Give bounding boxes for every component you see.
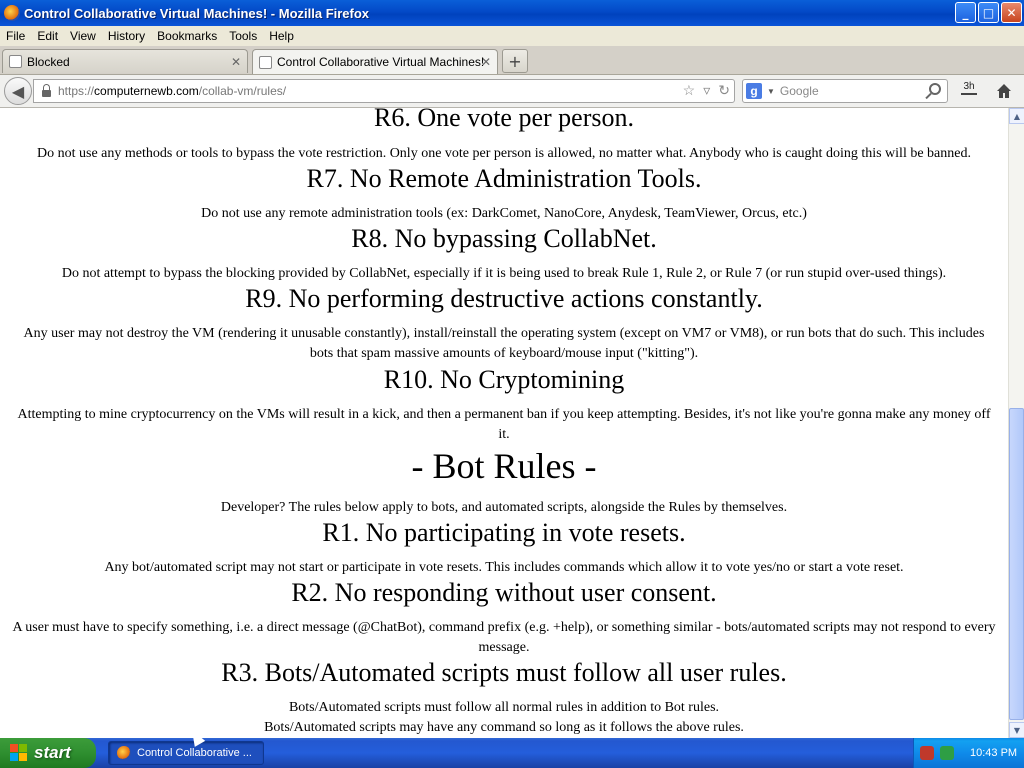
scroll-up-button[interactable]: ▲ [1009,108,1024,124]
windows-flag-icon [10,744,28,762]
search-icon[interactable] [929,83,941,95]
rule-heading: R3. Bots/Automated scripts must follow a… [221,658,787,687]
rule-heading: R8. No bypassing CollabNet. [351,224,657,253]
address-bar[interactable]: https:// computernewb.com /collab-vm/rul… [33,79,735,103]
tab-bar: Blocked ✕ Control Collaborative Virtual … [0,46,1024,75]
window-title: Control Collaborative Virtual Machines! … [24,5,370,21]
page-icon [9,55,22,68]
url-actions: ☆ ▿ ↻ [683,82,730,99]
menu-history[interactable]: History [102,29,151,43]
bot-rules-intro: Developer? The rules below apply to bots… [220,500,788,515]
back-arrow-icon: ◀ [11,81,25,101]
scroll-thumb[interactable] [1009,408,1024,720]
window-title-bar[interactable]: Control Collaborative Virtual Machines! … [0,0,1024,26]
rule-heading: R2. No responding without user consent. [291,578,717,607]
menu-file[interactable]: File [0,29,31,43]
start-label: start [34,743,71,762]
start-button[interactable]: start [0,738,96,768]
page-content: R6. One vote per person. Do not use any … [0,108,1008,738]
rule-text: A user must have to specify something, i… [12,620,996,655]
tab-close-icon[interactable]: ✕ [231,55,241,69]
reload-icon[interactable]: ↻ [718,82,730,99]
rule-heading: R9. No performing destructive actions co… [245,284,763,313]
firefox-icon [4,5,20,21]
menu-tools[interactable]: Tools [223,29,263,43]
maximize-button[interactable]: □ [978,2,999,23]
menu-edit[interactable]: Edit [31,29,64,43]
menu-bar: File Edit View History Bookmarks Tools H… [0,26,1024,46]
chevron-down-icon[interactable]: ▼ [767,87,775,96]
home-icon[interactable] [996,83,1012,99]
close-button[interactable]: ✕ [1001,2,1022,23]
rule-text: Any bot/automated script may not start o… [104,560,904,575]
menu-bookmarks[interactable]: Bookmarks [151,29,223,43]
google-icon[interactable]: g [746,83,762,99]
tab-control-collaborative[interactable]: Control Collaborative Virtual Machines! … [252,49,498,74]
navigation-bar: ◀ https:// computernewb.com /collab-vm/r… [0,75,1024,108]
new-tab-button[interactable]: + [502,49,528,73]
search-input[interactable]: Google [780,84,819,98]
search-bar[interactable]: g ▼ Google [742,79,948,103]
rule-text: Do not use any remote administration too… [201,206,807,221]
rule-text: Attempting to mine cryptocurrency on the… [17,407,991,442]
bookmark-star-icon[interactable]: ☆ [683,82,696,99]
minimize-button[interactable]: _ [955,2,976,23]
url-host: computernewb.com [94,84,199,98]
taskbar-item-label: Control Collaborative ... [137,747,252,759]
clock[interactable]: 10:43 PM [970,747,1017,759]
tab-blocked[interactable]: Blocked ✕ [2,49,248,73]
tab-label: Control Collaborative Virtual Machines! [277,55,485,69]
vertical-scrollbar[interactable]: ▲ ▼ [1008,108,1024,738]
taskbar: start Control Collaborative ... 10:43 PM [0,738,1024,768]
rule-heading: R7. No Remote Administration Tools. [306,164,702,193]
taskbar-item-firefox[interactable]: Control Collaborative ... [108,741,264,765]
downloads-button[interactable]: 3h [958,81,980,101]
rule-heading: R1. No participating in vote resets. [322,518,686,547]
tab-label: Blocked [27,54,70,69]
history-dropdown-icon[interactable]: ▿ [703,82,710,99]
bot-rules-title: - Bot Rules - [411,446,597,486]
rule-heading: R10. No Cryptomining [383,365,625,394]
firefox-icon [117,746,131,760]
back-button[interactable]: ◀ [4,77,32,105]
page-icon [259,55,272,69]
rule-text: Bots/Automated scripts may have any comm… [264,720,744,735]
rule-text: Do not use any methods or tools to bypas… [37,146,971,161]
menu-help[interactable]: Help [263,29,300,43]
url-path: /collab-vm/rules/ [198,84,287,98]
rule-heading: R6. One vote per person. [374,108,634,132]
window-controls: _ □ ✕ [955,2,1022,23]
rule-text: Bots/Automated scripts must follow all n… [288,700,720,715]
security-shield-icon[interactable] [920,746,934,760]
lock-icon [42,83,51,97]
rule-text: Do not attempt to bypass the blocking pr… [61,266,947,281]
tab-close-icon[interactable]: ✕ [481,55,491,69]
menu-view[interactable]: View [64,29,102,43]
network-icon[interactable] [940,746,954,760]
url-scheme: https:// [58,84,95,98]
scroll-down-button[interactable]: ▼ [1009,722,1024,738]
rule-text: Any user may not destroy the VM (renderi… [23,326,985,361]
system-tray: 10:43 PM [913,738,1024,768]
